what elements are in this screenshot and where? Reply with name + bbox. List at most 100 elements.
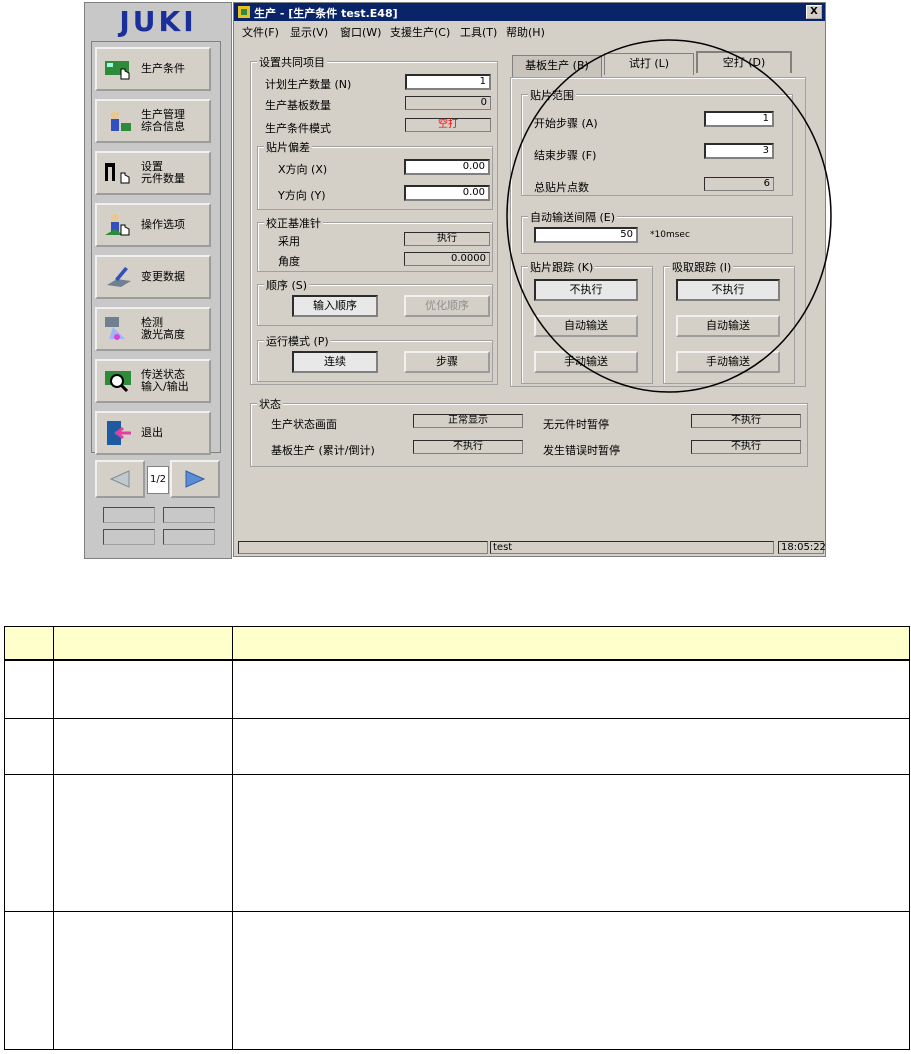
y-offset-input[interactable]: 0.00: [404, 185, 490, 201]
table-cell: [4, 659, 54, 719]
pcb-hand-icon: [103, 55, 135, 83]
table-row: [4, 717, 910, 775]
table-row: [4, 910, 910, 1050]
edit-data-icon: [103, 263, 135, 291]
table-cell: [232, 910, 910, 1050]
set-component-qty-button[interactable]: 设置 元件数量: [95, 151, 211, 195]
x-offset-label: X方向 (X): [278, 163, 328, 176]
optimize-order-button[interactable]: 优化顺序: [404, 295, 490, 317]
offset-title: 贴片偏差: [264, 139, 312, 155]
run-mode-title: 运行模式 (P): [264, 333, 331, 349]
table-cell: [232, 659, 910, 719]
table-header-cell: [232, 626, 910, 661]
plan-qty-label: 计划生产数量 (N): [265, 78, 352, 91]
juki-side-panel: JUKI 生产条件 生产管理 综合信息 设置 元件数量 操作选项 变更数据 检测…: [84, 2, 232, 559]
board-count-label: 基板生产 (累计/倒计): [271, 444, 375, 457]
window-title: 生产 - [生产条件 test.E48]: [254, 7, 398, 20]
juki-logo: JUKI: [119, 5, 197, 38]
mode-value: 空打: [405, 118, 491, 132]
status-cell: [103, 529, 155, 545]
input-order-button[interactable]: 输入顺序: [292, 295, 378, 317]
angle-label: 角度: [278, 255, 300, 268]
reference-pin-group: 校正基准针 采用 执行 角度 0.0000: [257, 215, 493, 272]
adopt-value: 执行: [404, 232, 490, 246]
status-bar-time: 18:05:22: [778, 541, 826, 554]
production-info-button[interactable]: 生产管理 综合信息: [95, 99, 211, 143]
prev-page-button[interactable]: [95, 460, 145, 498]
common-settings-group: 设置共同项目 计划生产数量 (N) 1 生产基板数量 0 生产条件模式 空打 贴…: [250, 54, 498, 385]
run-mode-group: 运行模式 (P) 连续 步骤: [257, 333, 493, 382]
highlight-ellipse: [506, 39, 832, 393]
plan-qty-input[interactable]: 1: [405, 74, 491, 90]
right-arrow-icon: [184, 470, 206, 491]
table-cell: [53, 910, 233, 1050]
status-group: 状态 生产状态画面 正常显示 无元件时暂停 不执行 基板生产 (累计/倒计) 不…: [250, 396, 808, 467]
table-cell: [53, 773, 233, 912]
operator-option-icon: [103, 211, 135, 239]
component-hand-icon: [103, 159, 135, 187]
adopt-label: 采用: [278, 235, 300, 248]
angle-value: 0.0000: [404, 252, 490, 266]
table-cell: [232, 773, 910, 912]
status-bar: test 18:05:22: [234, 539, 826, 556]
page-indicator: 1/2: [147, 466, 169, 494]
continuous-button[interactable]: 连续: [292, 351, 378, 373]
table-header-row: [4, 626, 910, 661]
table-row: [4, 773, 910, 912]
production-condition-button[interactable]: 生产条件: [95, 47, 211, 91]
status-cell: [103, 507, 155, 523]
order-group: 顺序 (S) 输入顺序 优化顺序: [257, 277, 493, 326]
menu-file[interactable]: 文件(F): [242, 24, 279, 40]
board-qty-value: 0: [405, 96, 491, 110]
table-cell: [53, 659, 233, 719]
table-cell: [4, 773, 54, 912]
laser-height-button[interactable]: 检测 激光高度: [95, 307, 211, 351]
exit-button[interactable]: 退出: [95, 411, 211, 455]
title-bar: 生产 - [生产条件 test.E48] X: [234, 3, 825, 21]
table-cell: [4, 910, 54, 1050]
status-title: 状态: [257, 396, 283, 412]
change-data-button[interactable]: 变更数据: [95, 255, 211, 299]
error-pause-label: 发生错误时暂停: [543, 444, 620, 457]
left-arrow-icon: [109, 470, 131, 491]
close-button[interactable]: X: [806, 5, 822, 19]
step-button[interactable]: 步骤: [404, 351, 490, 373]
exit-door-icon: [103, 419, 135, 447]
operator-icon: [103, 107, 135, 135]
board-qty-label: 生产基板数量: [265, 99, 331, 112]
no-component-pause-value: 不执行: [691, 414, 801, 428]
table-cell: [53, 717, 233, 775]
reference-pin-title: 校正基准针: [264, 215, 323, 231]
status-bar-cell: [238, 541, 488, 554]
transfer-io-button[interactable]: 传送状态 输入/输出: [95, 359, 211, 403]
menu-window[interactable]: 窗口(W): [340, 24, 381, 40]
status-cell: [163, 507, 215, 523]
status-screen-value: 正常显示: [413, 414, 523, 428]
order-title: 顺序 (S): [264, 277, 310, 293]
y-offset-label: Y方向 (Y): [278, 189, 326, 202]
status-bar-file: test: [490, 541, 774, 554]
table-cell: [4, 717, 54, 775]
table-row: [4, 659, 910, 719]
x-offset-input[interactable]: 0.00: [404, 159, 490, 175]
app-icon: [237, 5, 251, 22]
board-count-value: 不执行: [413, 440, 523, 454]
menu-view[interactable]: 显示(V): [290, 24, 328, 40]
next-page-button[interactable]: [170, 460, 220, 498]
table-cell: [232, 717, 910, 775]
io-magnifier-icon: [103, 367, 135, 395]
mode-label: 生产条件模式: [265, 122, 331, 135]
table-header-cell: [53, 626, 233, 661]
menu-tools[interactable]: 工具(T): [460, 24, 497, 40]
status-screen-label: 生产状态画面: [271, 418, 337, 431]
common-settings-title: 设置共同项目: [257, 54, 327, 70]
doc-table: [4, 626, 910, 1050]
offset-group: 贴片偏差 X方向 (X) 0.00 Y方向 (Y) 0.00: [257, 139, 493, 210]
menu-support[interactable]: 支援生产(C): [390, 24, 450, 40]
laser-icon: [103, 315, 135, 343]
error-pause-value: 不执行: [691, 440, 801, 454]
operation-option-button[interactable]: 操作选项: [95, 203, 211, 247]
status-cell: [163, 529, 215, 545]
table-header-cell: [4, 626, 54, 661]
no-component-pause-label: 无元件时暂停: [543, 418, 609, 431]
